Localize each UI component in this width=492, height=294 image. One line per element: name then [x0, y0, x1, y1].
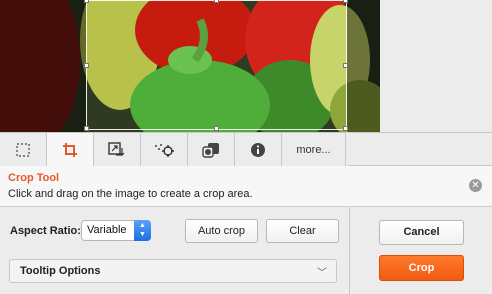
crop-handle-top-left[interactable]: [84, 0, 89, 3]
crop-handle-bottom[interactable]: [214, 126, 219, 131]
info-icon: [251, 142, 265, 157]
aspect-ratio-select[interactable]: Variable ▲ ▼: [81, 220, 151, 241]
select-arrows-icon: ▲ ▼: [134, 220, 151, 241]
tool-tabs: more...: [0, 132, 492, 166]
close-circle-icon[interactable]: ✕: [469, 179, 482, 192]
tab-focus[interactable]: [141, 132, 188, 166]
crop-tool-window: more... Crop Tool Click and drag on the …: [0, 0, 492, 294]
resize-rotate-icon: [108, 141, 125, 156]
tab-info[interactable]: [235, 132, 282, 166]
crop-tool-banner: Crop Tool Click and drag on the image to…: [0, 166, 492, 207]
banner-title: Crop Tool: [8, 172, 60, 184]
tab-select[interactable]: [0, 132, 47, 166]
crop-handle-right[interactable]: [343, 63, 348, 68]
crop-icon: [63, 142, 77, 157]
tab-transform[interactable]: [94, 132, 141, 166]
tooltip-options-label: Tooltip Options: [20, 265, 101, 277]
focus-point-icon: [155, 143, 174, 157]
marquee-select-icon: [16, 142, 30, 157]
tab-crop[interactable]: [47, 132, 94, 166]
aspect-ratio-value: Variable: [87, 224, 127, 236]
tooltip-options-toggle[interactable]: Tooltip Options ﹀: [9, 259, 337, 283]
crop-handle-top[interactable]: [214, 0, 219, 3]
overlay-icon: [202, 142, 219, 158]
auto-crop-button[interactable]: Auto crop: [185, 219, 258, 243]
crop-handle-left[interactable]: [84, 63, 89, 68]
tab-overlay[interactable]: [188, 132, 235, 166]
crop-shade-right: [347, 0, 380, 132]
tab-more[interactable]: more...: [282, 132, 346, 166]
aspect-ratio-label: Aspect Ratio:: [10, 225, 81, 237]
crop-button[interactable]: Crop: [379, 255, 464, 281]
cancel-button[interactable]: Cancel: [379, 220, 464, 245]
crop-handle-bottom-left[interactable]: [84, 126, 89, 131]
crop-handle-top-right[interactable]: [343, 0, 348, 3]
tabs-spacer: [348, 132, 492, 166]
chevron-down-icon: ﹀: [317, 268, 327, 279]
crop-handle-bottom-right[interactable]: [343, 126, 348, 131]
crop-shade-left: [0, 0, 86, 132]
crop-selection[interactable]: [84, 0, 348, 131]
banner-description: Click and drag on the image to create a …: [8, 188, 253, 200]
canvas-background: [380, 0, 492, 132]
image-canvas[interactable]: [0, 0, 380, 132]
clear-button[interactable]: Clear: [266, 219, 339, 243]
